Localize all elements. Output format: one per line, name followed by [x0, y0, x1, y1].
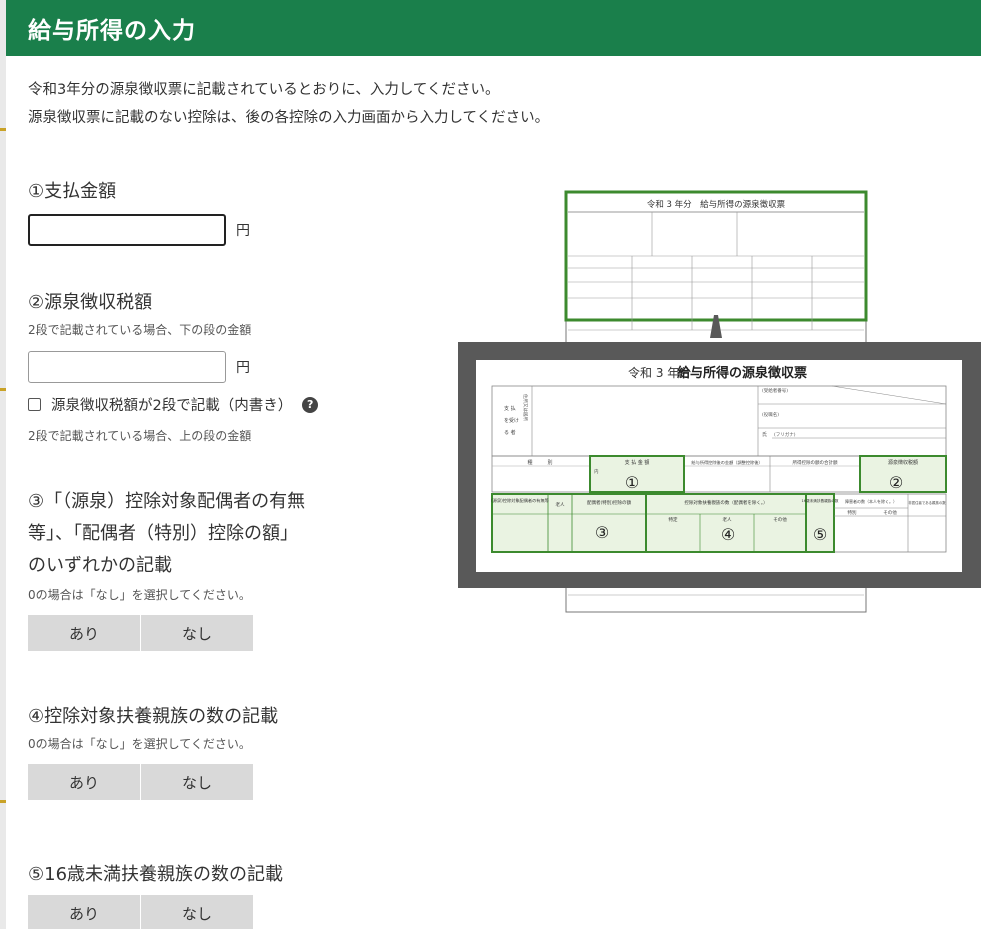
name-label: 氏 — [762, 431, 767, 438]
payment-amount-unit: 円 — [236, 223, 250, 239]
col-dep-other: その他 — [773, 516, 787, 523]
spouse-deduction-no-button[interactable]: なし — [141, 615, 253, 651]
modal-title: 給与所得の入力 — [28, 18, 196, 44]
role-label: (役職名) — [762, 411, 779, 418]
col-tax: 源泉徴収税額 — [888, 459, 918, 466]
help-icon[interactable]: ? — [302, 396, 319, 413]
payment-amount-title: ①支払金額 — [28, 181, 117, 202]
dependents-title: ④控除対象扶養親族の数の記載 — [28, 706, 279, 727]
withholding-tax-note-upper: 2段で記載されている場合、上の段の金額 — [28, 429, 252, 443]
withholding-slip-illustration: 令和 3 年分 給与所得の源泉徴収票 令和 3 年分 給与所得の源泉徴収票 支 … — [452, 190, 981, 615]
spouse-deduction-yes-button[interactable]: あり — [28, 615, 140, 651]
slip-title: 給与所得の源泉徴収票 — [677, 365, 807, 381]
recipient-id-label: (受給者番号) — [762, 387, 788, 394]
dependents-section: ④控除対象扶養親族の数の記載 0の場合は「なし」を選択してください。 あり なし — [28, 701, 278, 800]
withholding-tax-unit: 円 — [236, 360, 250, 376]
col-spouse: (源泉)控除対象配偶者の有無等 — [491, 497, 549, 504]
under16-dependents-title: ⑤16歳未満扶養親族の数の記載 — [28, 864, 284, 885]
col-dep-specific: 特定 — [669, 516, 678, 523]
col-under16: 16歳未満扶養親族の数 — [802, 498, 839, 503]
col-disabled-special: 特別 — [848, 509, 857, 516]
kana-label: (フリガナ) — [774, 431, 796, 438]
payment-amount-input[interactable] — [28, 214, 226, 246]
marker-5: ⑤ — [813, 525, 827, 544]
two-tier-checkbox-label[interactable]: 源泉徴収税額が2段で記載（内書き） — [51, 394, 292, 415]
marker-4: ④ — [721, 525, 735, 544]
withholding-tax-title: ②源泉徴収税額 — [28, 292, 153, 313]
spouse-deduction-title-line-2: 等」、「配偶者（特別）控除の額」 — [28, 523, 298, 544]
under16-yes-button[interactable]: あり — [28, 895, 140, 929]
under16-dependents-section: ⑤16歳未満扶養親族の数の記載 あり なし — [28, 859, 283, 929]
modal-header: 給与所得の入力 — [6, 0, 981, 56]
two-tier-checkbox[interactable] — [28, 398, 41, 411]
withholding-tax-input[interactable] — [28, 351, 226, 383]
col-type: 種 別 — [527, 459, 552, 466]
col-disabled: 障害者の数（本人を除く。） — [845, 498, 897, 504]
col-dep-old: 老人 — [723, 516, 732, 523]
spouse-deduction-title-line-1: ③「（源泉）控除対象配偶者の有無 — [28, 491, 306, 512]
marker-1: ① — [625, 473, 639, 492]
col-dependents: 控除対象扶養親族の数（配偶者を除く。） — [684, 499, 767, 506]
side-label-1: 支 払 — [504, 405, 516, 412]
withholding-tax-section: ②源泉徴収税額 2段で記載されている場合、下の段の金額 円 源泉徴収税額が2段で… — [28, 287, 319, 444]
spouse-deduction-title-line-3: のいずれかの記載 — [28, 555, 172, 576]
withholding-tax-note-lower: 2段で記載されている場合、下の段の金額 — [28, 323, 252, 337]
intro-line-2: 源泉徴収票に記載のない控除は、後の各控除の入力画面から入力してください。 — [28, 110, 550, 126]
spouse-deduction-section: ③「（源泉）控除対象配偶者の有無 等」、「配偶者（特別）控除の額」 のいずれかの… — [28, 486, 305, 651]
col-after-deduction: 給与所得控除後の金額（調整控除後） — [691, 459, 762, 466]
col-total-deduction: 所得控除の額の合計額 — [793, 459, 838, 466]
address-label: 住所又は居所 — [522, 394, 529, 421]
side-label-3: る 者 — [504, 430, 516, 436]
dependents-no-button[interactable]: なし — [141, 764, 253, 800]
col-payment: 支 払 金 額 — [625, 459, 650, 466]
spouse-deduction-note: 0の場合は「なし」を選択してください。 — [28, 588, 251, 602]
col-spouse-amount: 配偶者(特別)控除の額 — [587, 499, 632, 506]
marker-2: ② — [889, 473, 903, 492]
col-disabled-other: その他 — [883, 509, 897, 516]
unit-uchi: 内 — [594, 468, 599, 475]
dependents-note: 0の場合は「なし」を選択してください。 — [28, 737, 251, 751]
under16-no-button[interactable]: なし — [141, 895, 253, 929]
intro-line-1: 令和3年分の源泉徴収票に記載されているとおりに、入力してください。 — [28, 82, 500, 98]
salary-income-modal: 給与所得の入力 令和3年分の源泉徴収票に記載されているとおりに、入力してください… — [6, 0, 981, 929]
side-label-2: を受け — [504, 417, 519, 424]
col-nonresident: 非居住者である親族の数 — [908, 500, 946, 505]
small-slip-header: 令和 3 年分 給与所得の源泉徴収票 — [647, 199, 786, 210]
col-spouse-old: 老人 — [556, 501, 565, 508]
intro-text: 令和3年分の源泉徴収票に記載されているとおりに、入力してください。 源泉徴収票に… — [28, 76, 549, 132]
dependents-yes-button[interactable]: あり — [28, 764, 140, 800]
payment-amount-section: ①支払金額 円 — [28, 176, 250, 246]
marker-3: ③ — [595, 523, 609, 542]
